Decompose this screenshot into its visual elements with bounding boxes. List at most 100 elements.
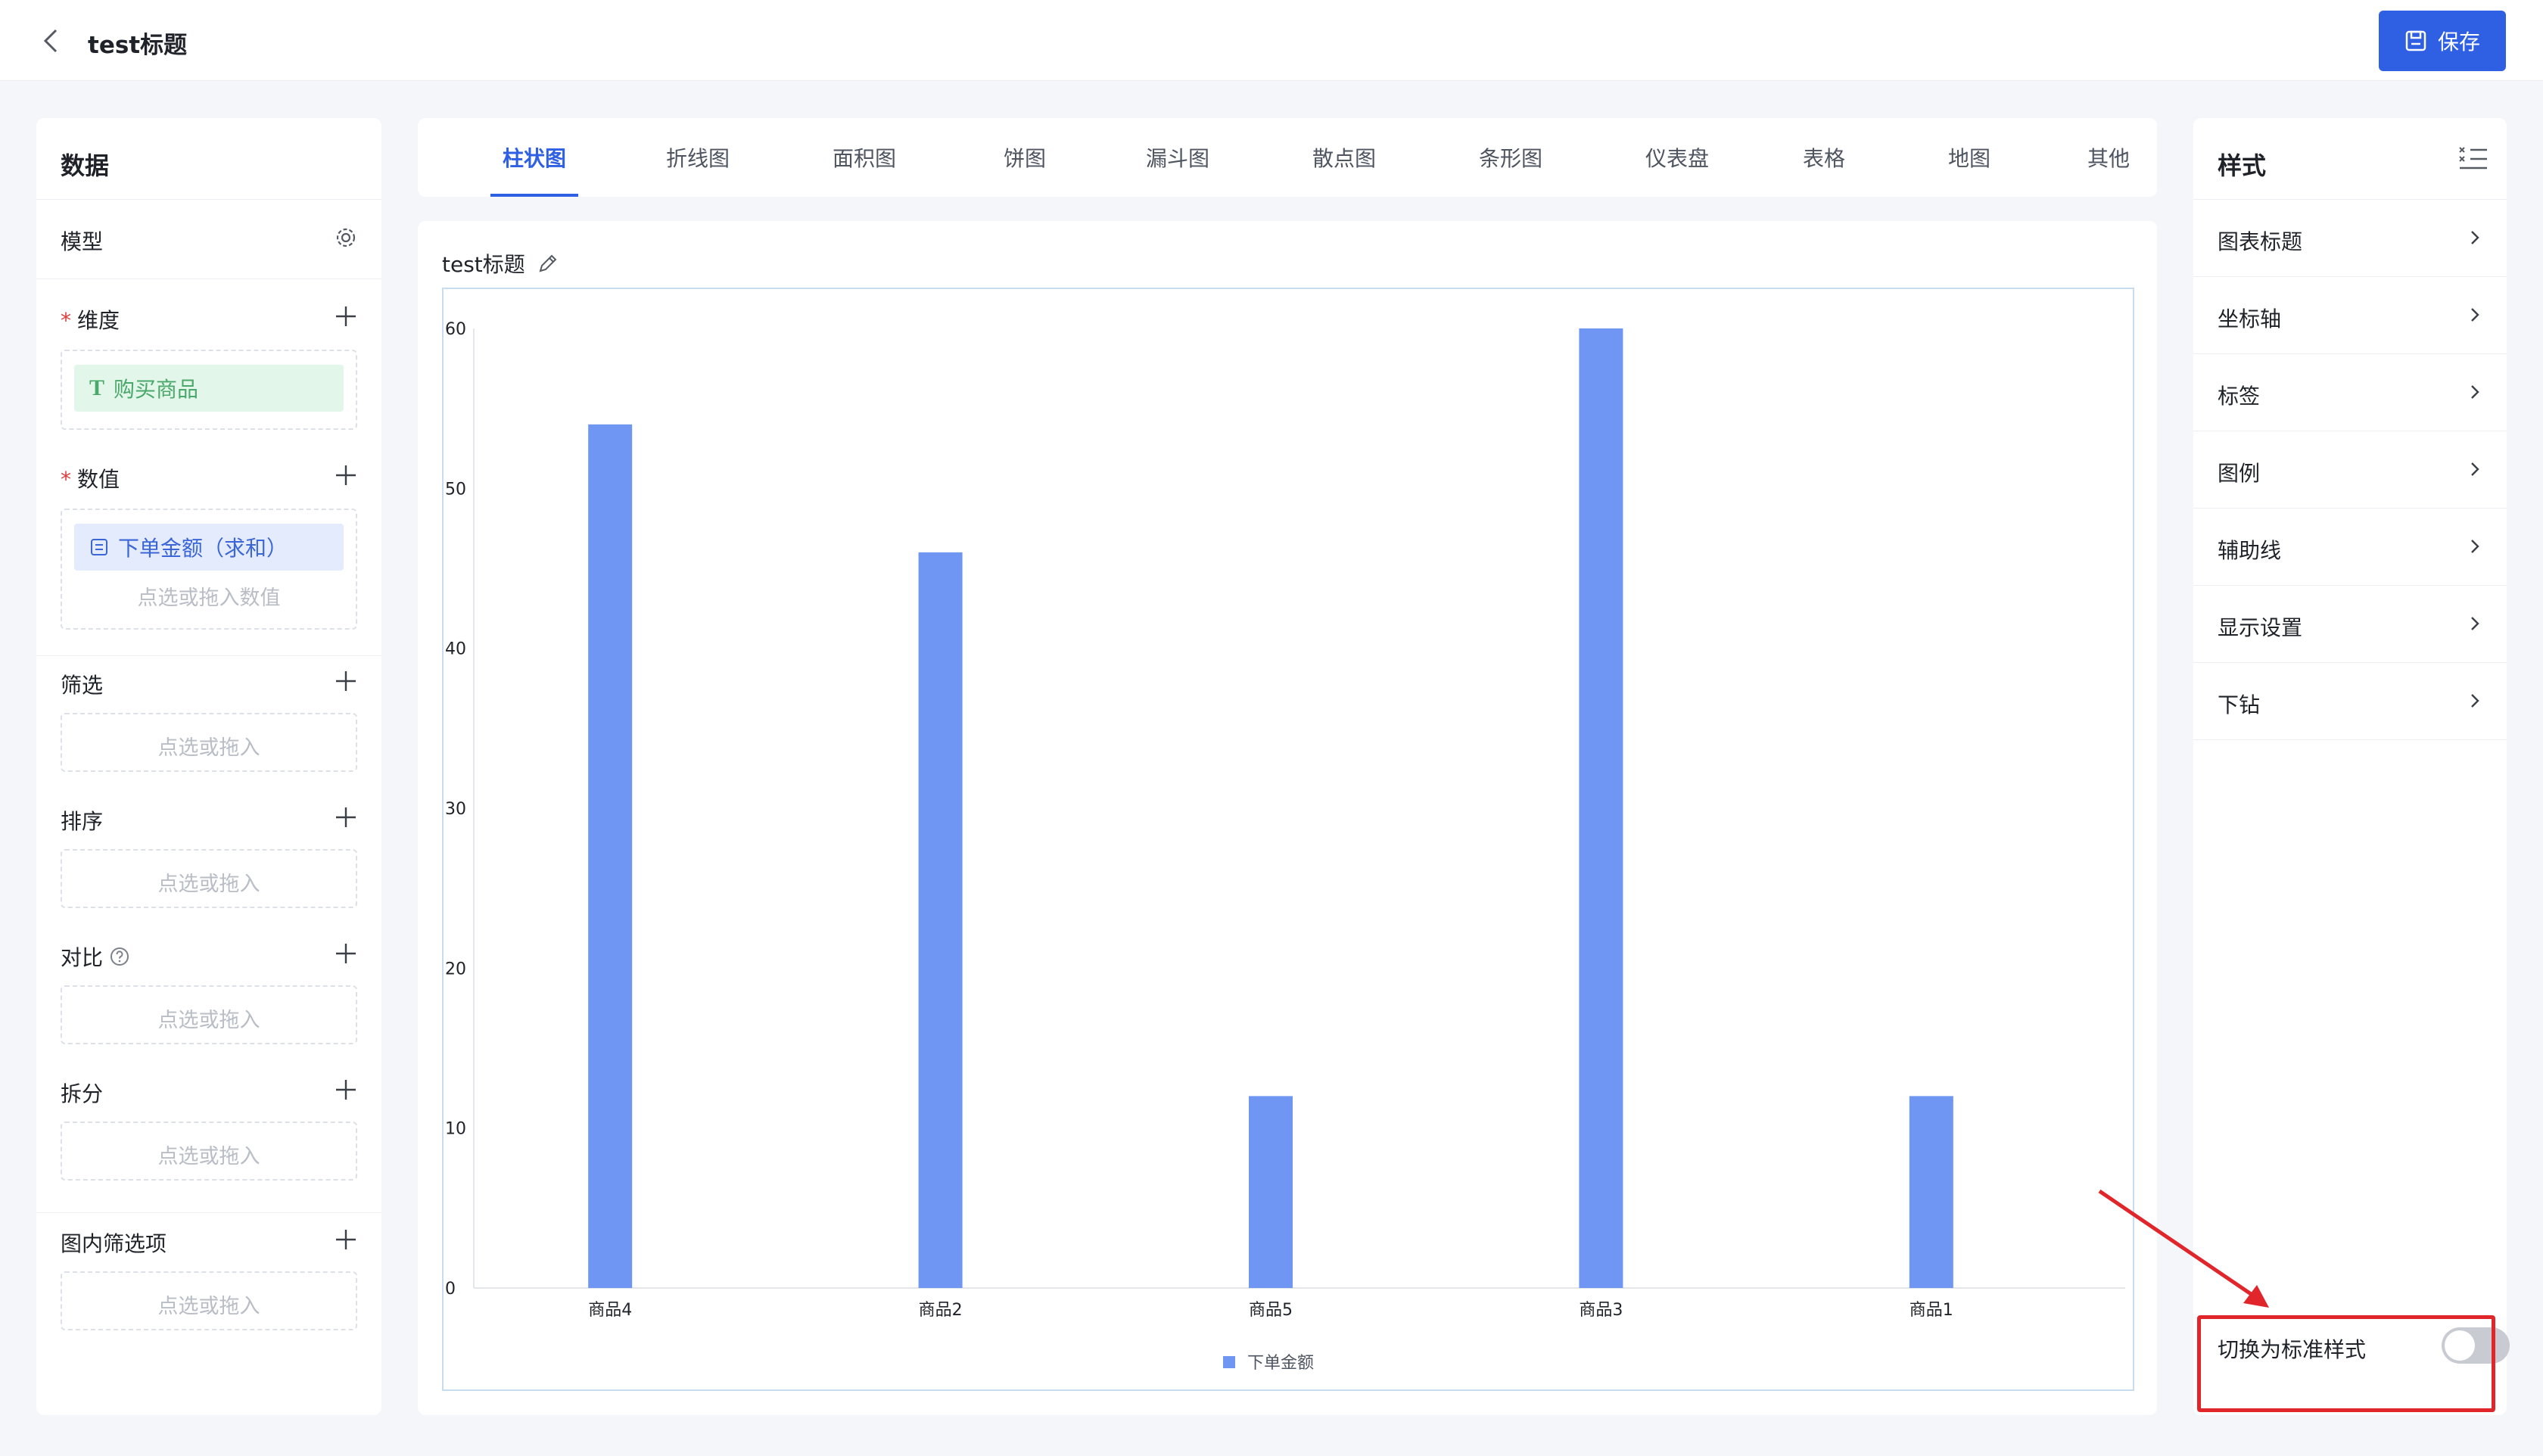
style-item-label: 辅助线 [2218,538,2282,563]
bar-chart: 0 10 20 30 40 50 60 商品4 商品2 商品5 商品3 商品1 下单金额 [445,320,2125,1373]
filter-placeholder: 点选或拖入 [157,736,260,760]
style-item-drilldown[interactable]: 下钻 [2193,663,2507,740]
edit-icon[interactable] [536,251,560,275]
list-settings-icon[interactable] [2457,142,2490,176]
inner-filter-drop-zone[interactable]: 点选或拖入 [61,1271,357,1330]
divider [36,655,381,656]
y-tick-label: 40 [445,640,466,659]
chart-title-row: test标题 [442,248,560,278]
help-icon[interactable] [109,946,130,967]
style-item-label: 图表标题 [2218,229,2303,254]
compare-placeholder: 点选或拖入 [157,1009,260,1032]
page-title: test标题 [88,32,188,59]
dimension-field-chip[interactable]: T 购买商品 [74,365,344,412]
tab-area-chart[interactable]: 面积图 [826,118,902,197]
chevron-right-icon [2471,694,2479,708]
x-tick-label: 商品4 [588,1301,632,1320]
chevron-right-icon [2471,462,2479,476]
sort-label: 排序 [61,809,104,834]
save-button[interactable]: 保存 [2379,11,2506,71]
y-tick-label: 30 [445,800,466,819]
add-sort-button[interactable] [333,804,359,830]
add-dimension-button[interactable] [333,303,359,329]
value-placeholder: 点选或拖入数值 [137,586,281,610]
chart-container: 0 10 20 30 40 50 60 商品4 商品2 商品5 商品3 商品1 下单金额 [442,288,2134,1391]
bar [1579,328,1623,1288]
sort-placeholder: 点选或拖入 [157,873,260,896]
text-type-icon: T [89,375,105,400]
legend-label: 下单金额 [1247,1354,1314,1373]
back-icon[interactable] [33,23,70,59]
chart-panel: test标题 0 10 20 30 40 50 60 商品4 商品2 商品5 商品3 商品1 下单金额 [418,221,2157,1415]
tab-other[interactable]: 其他 [2078,118,2139,197]
style-item-label: 图例 [2218,461,2261,486]
x-tick-label: 商品1 [1910,1301,1953,1320]
x-tick-label: 商品3 [1579,1301,1623,1320]
divider [36,278,381,279]
y-tick-label: 50 [445,480,466,499]
tab-gauge[interactable]: 仪表盘 [1639,118,1715,197]
annotation-highlight-box [2197,1315,2495,1412]
style-item-reference-line[interactable]: 辅助线 [2193,509,2507,586]
tab-scatter-chart[interactable]: 散点图 [1306,118,1382,197]
tab-funnel-chart[interactable]: 漏斗图 [1140,118,1215,197]
bar [1909,1096,1953,1288]
dimension-drop-zone[interactable]: T 购买商品 [61,350,357,430]
chart-title: test标题 [442,252,525,277]
add-value-button[interactable] [333,462,359,488]
split-label: 拆分 [61,1081,104,1106]
chevron-right-icon [2471,617,2479,630]
dimension-field-name: 购买商品 [114,377,199,402]
sort-drop-zone[interactable]: 点选或拖入 [61,849,357,908]
save-icon [2405,30,2426,51]
style-item-axis[interactable]: 坐标轴 [2193,277,2507,354]
model-label: 模型 [61,229,104,254]
style-item-labels[interactable]: 标签 [2193,354,2507,431]
add-filter-button[interactable] [333,668,359,694]
style-item-label: 下钻 [2218,692,2261,717]
value-field-chip[interactable]: 下单金额（求和） [74,524,344,571]
tab-map[interactable]: 地图 [1939,118,2000,197]
add-compare-button[interactable] [333,941,359,966]
style-panel-title: 样式 [2218,151,2267,180]
y-tick-label: 60 [445,320,466,339]
chevron-right-icon [2471,308,2479,322]
bar [1249,1096,1293,1288]
compare-label: 对比 [61,941,130,972]
chevron-right-icon [2471,231,2479,244]
top-bar: test标题 保存 [0,0,2543,81]
add-split-button[interactable] [333,1077,359,1103]
tab-table[interactable]: 表格 [1794,118,1854,197]
compare-drop-zone[interactable]: 点选或拖入 [61,985,357,1044]
style-panel-header: 样式 [2193,118,2507,200]
inner-filter-label: 图内筛选项 [61,1231,167,1256]
style-item-display-settings[interactable]: 显示设置 [2193,586,2507,663]
tab-bar-chart[interactable]: 柱状图 [490,118,578,197]
style-item-label: 显示设置 [2218,615,2303,640]
number-type-icon [91,539,107,555]
split-drop-zone[interactable]: 点选或拖入 [61,1122,357,1181]
chevron-right-icon [2471,385,2479,399]
divider [36,1212,381,1213]
add-inner-filter-button[interactable] [333,1227,359,1252]
bar [588,424,633,1288]
chart-type-tabs: 柱状图 折线图 面积图 饼图 漏斗图 散点图 条形图 仪表盘 表格 地图 其他 [418,118,2157,197]
gear-icon[interactable] [333,225,359,250]
tab-horizontal-bar-chart[interactable]: 条形图 [1473,118,1549,197]
tab-pie-chart[interactable]: 饼图 [994,118,1055,197]
tab-line-chart[interactable]: 折线图 [660,118,736,197]
active-tab-indicator [490,194,578,197]
x-tick-label: 商品2 [919,1301,963,1320]
filter-drop-zone[interactable]: 点选或拖入 [61,713,357,772]
value-drop-zone[interactable]: 下单金额（求和） 点选或拖入数值 [61,509,357,630]
inner-filter-placeholder: 点选或拖入 [157,1295,260,1318]
data-panel-header: 数据 [36,118,381,200]
style-item-chart-title[interactable]: 图表标题 [2193,200,2507,277]
annotation-arrow [2098,1189,2269,1308]
style-item-legend[interactable]: 图例 [2193,431,2507,509]
y-tick-label: 0 [445,1280,456,1299]
save-label: 保存 [2437,30,2480,54]
chevron-right-icon [2471,540,2479,553]
data-panel: 数据 模型 * 维度 T 购买商品 * 数值 下单金额（求和） 点选或拖入数值 筛选… [36,118,381,1415]
style-item-label: 标签 [2218,384,2261,409]
